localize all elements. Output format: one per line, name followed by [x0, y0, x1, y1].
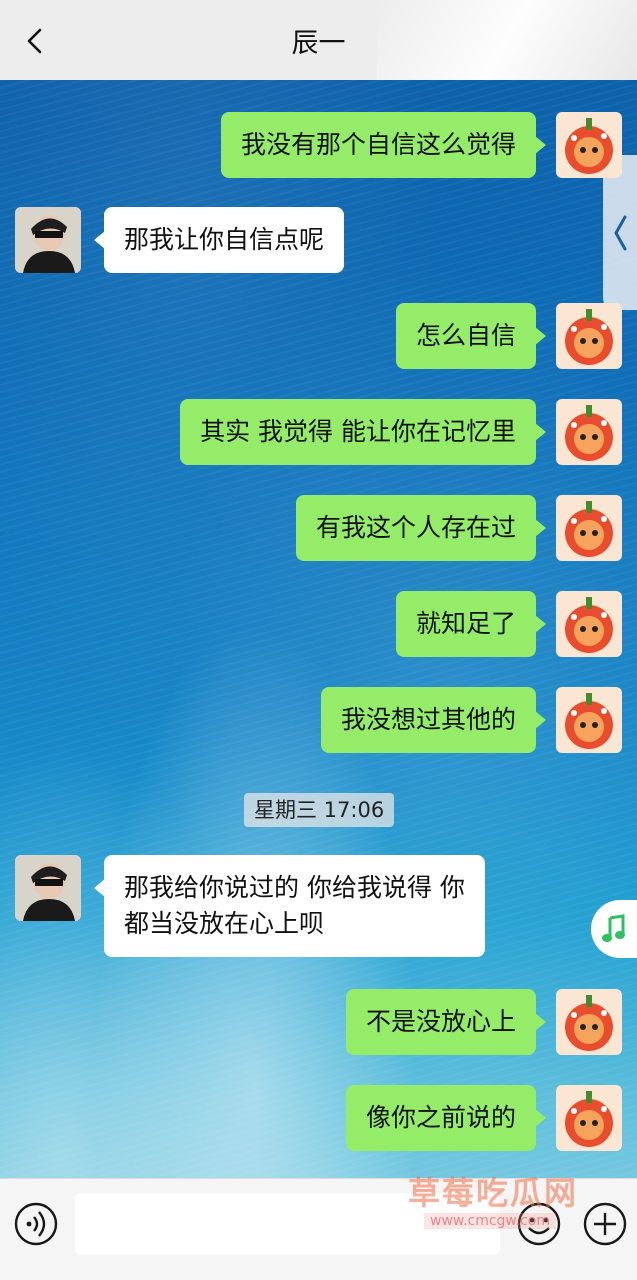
my-avatar[interactable] [556, 591, 622, 657]
outgoing-message[interactable]: 我没想过其他的 [320, 687, 547, 753]
chevron-left-icon[interactable] [20, 26, 50, 56]
watermark-text: 草莓吃瓜网 [408, 1174, 579, 1212]
watermark-url: www.cmcgw.com [424, 1213, 556, 1229]
incoming-message[interactable]: 那我给你说过的 你给我说得 你 都当没放在心上呗 [94, 855, 485, 957]
message-row: 那我给你说过的 你给我说得 你 都当没放在心上呗 [0, 855, 637, 961]
incoming-message[interactable]: 那我让你自信点呢 [93, 207, 345, 273]
timestamp-label: 星期三 17:06 [244, 793, 395, 827]
my-avatar[interactable] [556, 687, 622, 753]
chat-title: 辰一 [291, 27, 346, 59]
contact-avatar[interactable] [15, 207, 81, 273]
my-avatar[interactable] [556, 1085, 622, 1151]
outgoing-message[interactable]: 怎么自信 [395, 303, 547, 369]
plus-icon[interactable] [582, 1201, 628, 1247]
message-row: 我没想过其他的 [0, 687, 637, 755]
message-row: 不是没放心上 [0, 989, 637, 1057]
chat-header: 辰一 [0, 0, 637, 80]
outgoing-message[interactable]: 就知足了 [395, 591, 547, 657]
message-line: 都当没放在心上呗 [124, 909, 325, 938]
outgoing-message[interactable]: 像你之前说的 [345, 1085, 547, 1151]
my-avatar[interactable] [556, 303, 622, 369]
message-line: 那我给你说过的 你给我说得 你 [124, 873, 465, 902]
message-row: 其实 我觉得 能让你在记忆里 [0, 399, 637, 467]
message-row: 我没有那个自信这么觉得 [0, 112, 637, 180]
outgoing-message[interactable]: 有我这个人存在过 [295, 495, 547, 561]
my-avatar[interactable] [556, 495, 622, 561]
header-glare [377, 0, 637, 80]
voice-icon[interactable] [13, 1201, 59, 1247]
message-row: 有我这个人存在过 [0, 495, 637, 563]
contact-avatar[interactable] [15, 855, 81, 921]
my-avatar[interactable] [556, 112, 622, 178]
message-row: 像你之前说的 [0, 1085, 637, 1153]
message-row: 那我让你自信点呢 [0, 207, 637, 275]
my-avatar[interactable] [556, 399, 622, 465]
outgoing-message[interactable]: 其实 我觉得 能让你在记忆里 [180, 399, 546, 465]
outgoing-message[interactable]: 我没有那个自信这么觉得 [220, 112, 547, 178]
message-row: 就知足了 [0, 591, 637, 659]
message-row: 怎么自信 [0, 303, 637, 371]
outgoing-message[interactable]: 不是没放心上 [345, 989, 547, 1055]
my-avatar[interactable] [556, 989, 622, 1055]
